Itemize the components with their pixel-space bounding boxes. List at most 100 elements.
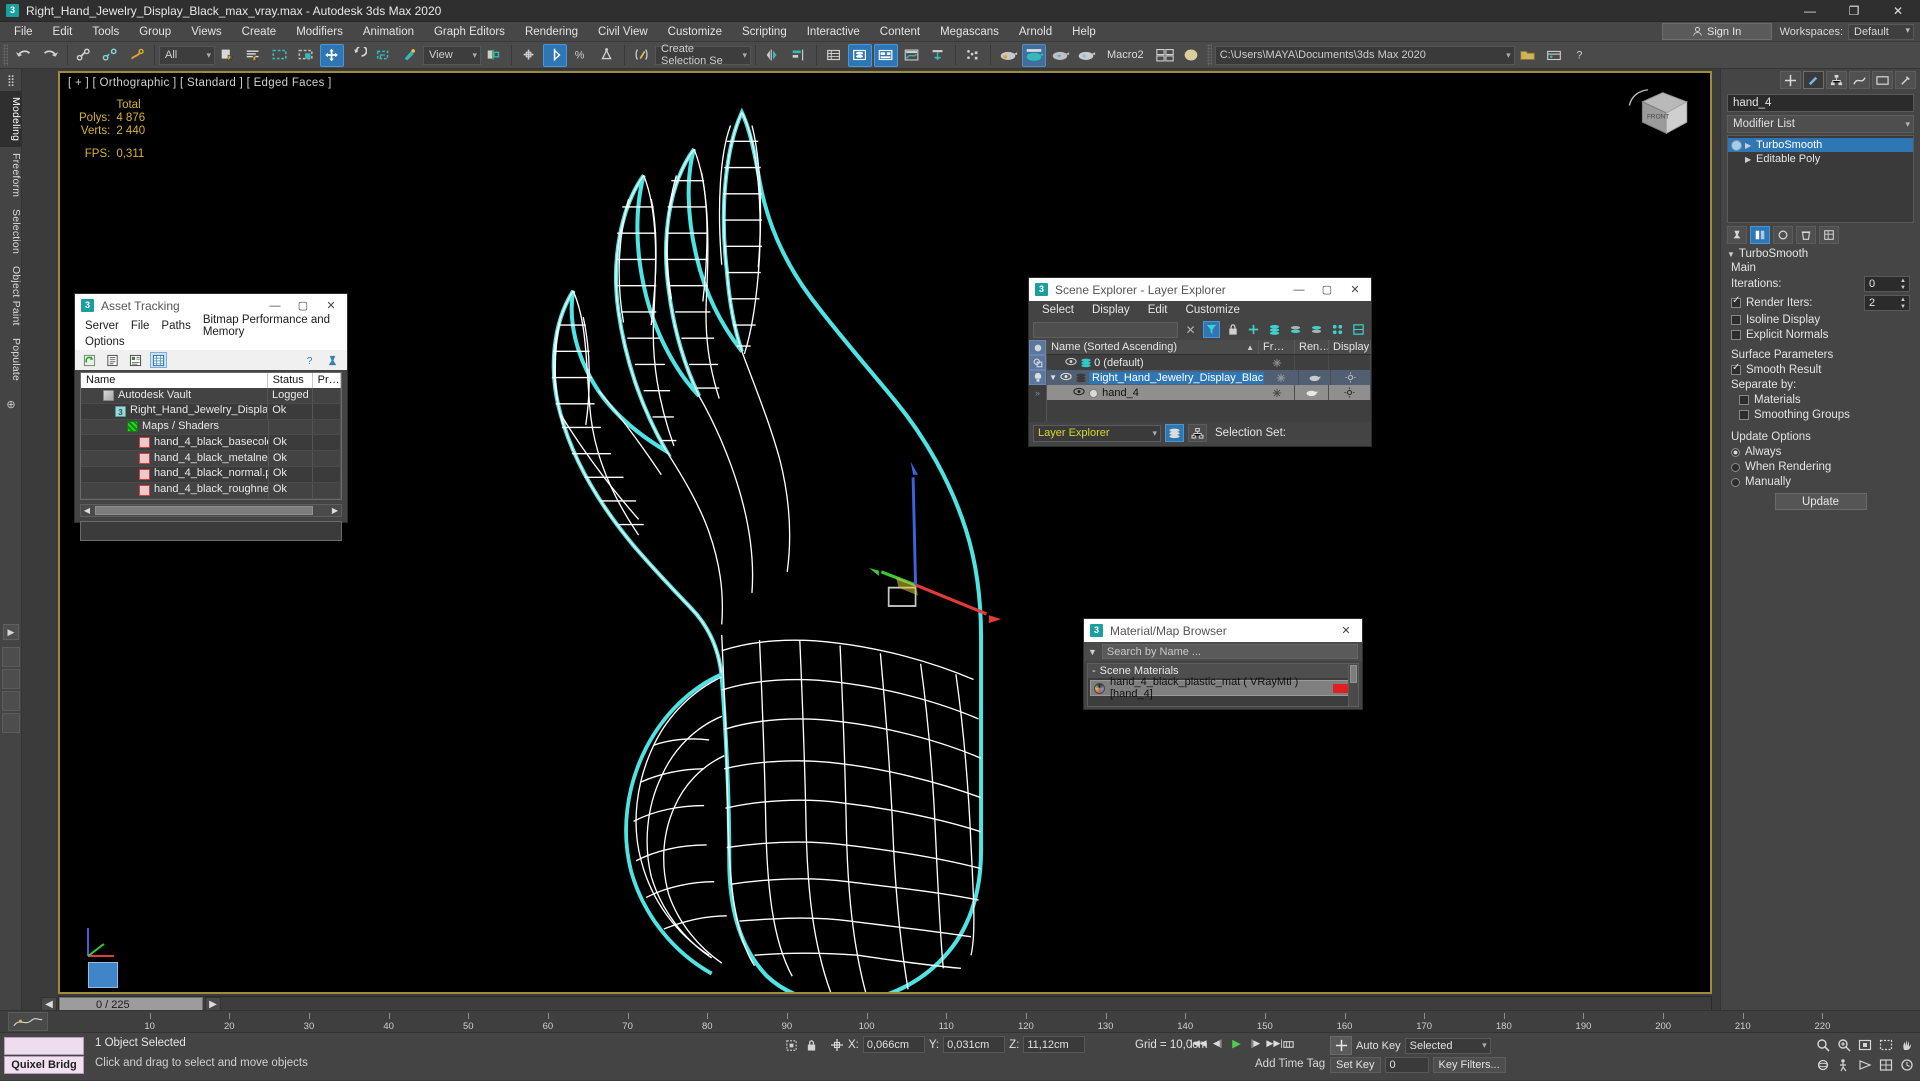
mirror-icon[interactable] (761, 44, 785, 67)
project-path-field[interactable]: C:\Users\MAYA\Documents\3ds Max 2020 (1215, 46, 1515, 65)
autodesk-app-store-icon[interactable] (1542, 44, 1566, 67)
menu-item-animation[interactable]: Animation (353, 22, 424, 42)
column-header-display[interactable]: Display… (1329, 340, 1371, 354)
open-mini-curve-editor-icon[interactable] (8, 1012, 48, 1031)
grid-view-icon[interactable] (150, 352, 167, 368)
table-row[interactable]: 3 Right_Hand_Jewelry_Display_Blac… Ok (81, 404, 341, 420)
se-menu-select[interactable]: Select (1033, 304, 1083, 316)
modifier-stack-item-turbosmooth[interactable]: ▶ TurboSmooth (1728, 138, 1913, 152)
geometry-filter-icon[interactable] (1029, 340, 1046, 355)
menu-item-rendering[interactable]: Rendering (515, 22, 588, 42)
edit-named-selection-sets-icon[interactable] (630, 44, 654, 67)
layers-stack-icon-2[interactable] (1287, 321, 1304, 338)
key-mode-select[interactable]: Selected (1405, 1038, 1491, 1054)
update-button[interactable]: Update (1775, 493, 1867, 510)
manage-layers-icon[interactable] (874, 44, 898, 67)
refresh-icon[interactable] (81, 352, 98, 368)
view-cube-icon[interactable]: FRONT (1622, 81, 1696, 143)
menu-item-file[interactable]: File (4, 22, 43, 42)
object-row-hand4[interactable]: hand_4 (1047, 385, 1371, 400)
table-row[interactable]: hand_4_black_basecolor.png Ok (81, 435, 341, 451)
scene-explorer-titlebar[interactable]: 3 Scene Explorer - Layer Explorer — ▢ ✕ (1029, 278, 1371, 301)
particle-view-icon[interactable] (961, 44, 985, 67)
menu-item-help[interactable]: Help (1062, 22, 1106, 42)
table-row[interactable]: hand_4_black_metalness.png Ok (81, 451, 341, 467)
search-input[interactable] (1033, 322, 1178, 338)
ribbon-tab-freeform[interactable]: Freeform (0, 147, 22, 203)
minimize-button[interactable]: — (1285, 278, 1313, 301)
tab-modify[interactable] (1803, 71, 1824, 89)
spinner-arrows-icon[interactable]: ▲▼ (1900, 278, 1908, 291)
scroll-left-icon[interactable]: ◀ (81, 506, 93, 515)
table-row[interactable]: hand_4_black_normal.png Ok (81, 467, 341, 483)
pin-stack-icon[interactable] (1727, 226, 1747, 244)
at-menu-options[interactable]: Options (79, 336, 131, 348)
menu-item-create[interactable]: Create (232, 22, 287, 42)
zoom-region-icon[interactable] (1877, 1036, 1895, 1053)
ribbon-tab-selection[interactable]: Selection (0, 203, 22, 260)
scrollbar-thumb[interactable] (95, 506, 313, 515)
show-end-result-icon[interactable] (1750, 226, 1770, 244)
rollout-header-turbosmooth[interactable]: ▼ TurboSmooth (1727, 248, 1914, 260)
freeze-toggle-icon[interactable] (1264, 370, 1298, 385)
shapes-filter-icon[interactable] (1029, 355, 1046, 370)
scroll-right-icon[interactable]: ▶ (329, 506, 341, 515)
material-browser-list[interactable]: - Scene Materials hand_4_black_plastic_m… (1087, 663, 1359, 707)
update-always-radio[interactable]: Always (1731, 446, 1910, 458)
help-icon[interactable]: ? (302, 352, 319, 368)
next-frame-button[interactable]: |▶ (1247, 1035, 1264, 1052)
maximize-button[interactable]: ▢ (1313, 278, 1341, 301)
chevron-down-icon[interactable]: ▼ (1049, 373, 1057, 382)
ribbon-grip-icon[interactable]: ⣿ (0, 69, 22, 91)
set-keys-icon[interactable] (1330, 1036, 1352, 1055)
zoom-extents-icon[interactable] (1856, 1036, 1874, 1053)
menu-item-views[interactable]: Views (181, 22, 231, 42)
menu-item-scripting[interactable]: Scripting (732, 22, 797, 42)
se-menu-customize[interactable]: Customize (1177, 304, 1249, 316)
table-row[interactable]: Autodesk Vault Logged ... (81, 388, 341, 404)
scene-explorer-icon[interactable] (848, 44, 872, 67)
absolute-relative-toggle-icon[interactable] (830, 1038, 844, 1052)
menu-item-modifiers[interactable]: Modifiers (286, 22, 353, 42)
select-and-move-icon[interactable] (320, 44, 344, 67)
selection-lock-icon[interactable] (803, 1037, 820, 1054)
y-field[interactable]: 0,031cm (943, 1036, 1005, 1053)
column-header-status[interactable]: Status (268, 373, 313, 388)
material-list-item[interactable]: hand_4_black_plastic_mat ( VRayMtl ) [ha… (1090, 680, 1356, 696)
quixel-bridge-label[interactable]: Quixel Bridg (4, 1056, 84, 1074)
toolbar-grip-right[interactable] (1207, 44, 1212, 66)
select-and-rotate-icon[interactable] (346, 44, 370, 67)
workspace-select[interactable]: Default (1848, 24, 1914, 40)
previous-frame-button[interactable]: ◀| (1209, 1035, 1226, 1052)
ruler[interactable]: 1020304050607080901001101201301401501601… (60, 1011, 1920, 1033)
isolate-selection-icon[interactable] (783, 1037, 800, 1054)
modifier-stack-item-editable-poly[interactable]: ▶ Editable Poly (1728, 152, 1913, 166)
freeze-toggle-icon[interactable] (1259, 355, 1295, 370)
close-button[interactable]: ✕ (1332, 619, 1360, 642)
clear-search-icon[interactable]: ✕ (1182, 321, 1199, 338)
more-filters-icon[interactable]: » (1029, 385, 1046, 400)
tab-display[interactable] (1872, 71, 1893, 89)
lights-filter-icon[interactable] (1029, 370, 1046, 385)
chevron-right-icon[interactable]: ▶ (1745, 155, 1753, 164)
at-menu-bitmap-performance[interactable]: Bitmap Performance and Memory (197, 314, 347, 338)
separate-smoothing-groups-checkbox[interactable]: Smoothing Groups (1739, 409, 1910, 421)
separate-materials-checkbox[interactable]: Materials (1739, 394, 1910, 406)
pin-icon[interactable] (324, 352, 341, 368)
smooth-result-checkbox[interactable]: Smooth Result (1731, 364, 1910, 376)
key-mode-toggle-icon[interactable] (1280, 1036, 1297, 1053)
vertical-scrollbar[interactable] (1348, 664, 1358, 706)
tab-utilities[interactable] (1895, 71, 1916, 89)
table-row[interactable]: Maps / Shaders (81, 420, 341, 436)
layers-stack-icon-1[interactable] (1266, 321, 1283, 338)
layer-row-default[interactable]: 0 (default) (1047, 355, 1371, 370)
orbit-icon[interactable] (1814, 1056, 1832, 1073)
render-setup-icon[interactable] (1048, 44, 1072, 67)
isoline-display-checkbox[interactable]: Isoline Display (1731, 314, 1910, 326)
update-when-rendering-radio[interactable]: When Rendering (1731, 461, 1910, 473)
quixel-bridge-banner[interactable] (4, 1037, 84, 1055)
side-tool-1-icon[interactable] (2, 647, 20, 667)
angle-snap-toggle-icon[interactable] (543, 44, 567, 67)
layer-view-icon[interactable] (1165, 424, 1184, 442)
bind-to-space-warp-icon[interactable] (125, 44, 149, 67)
